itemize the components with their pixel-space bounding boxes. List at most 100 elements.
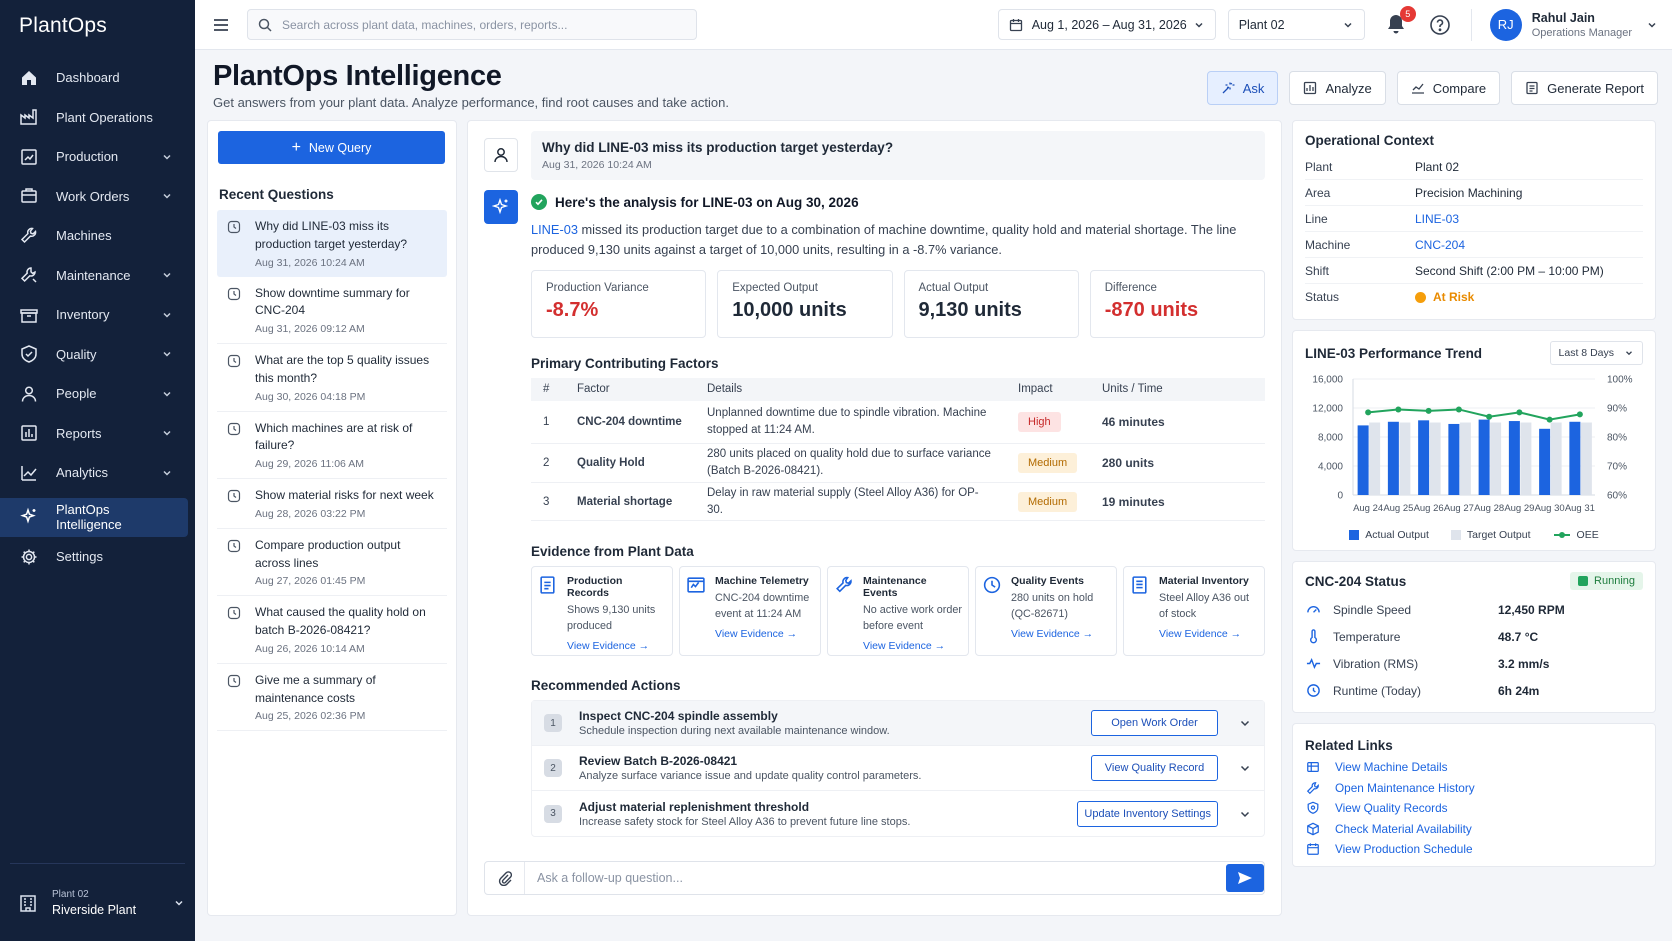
sidebar-item-plantops-intelligence[interactable]: PlantOps Intelligence: [0, 497, 188, 537]
attach-button[interactable]: [485, 862, 525, 894]
global-search[interactable]: [247, 9, 697, 40]
home-icon: [19, 68, 39, 88]
sidebar-item-plant-operations[interactable]: Plant Operations: [0, 98, 189, 138]
list-item[interactable]: Show downtime summary for CNC-204 Aug 31…: [217, 277, 447, 344]
status-row: Runtime (Today) 6h 24m: [1305, 677, 1643, 704]
recent-question-date: Aug 31, 2026 09:12 AM: [255, 323, 365, 335]
evidence-desc: Shows 9,130 units produced: [567, 604, 656, 633]
list-item[interactable]: Show material risks for next week Aug 28…: [217, 479, 447, 529]
list-item[interactable]: Why did LINE-03 miss its production targ…: [217, 210, 447, 277]
sidebar-item-dashboard[interactable]: Dashboard: [0, 58, 189, 98]
ask-button[interactable]: Ask: [1206, 71, 1279, 105]
table-row[interactable]: 3 Material shortage Delay in raw materia…: [531, 482, 1265, 522]
list-item[interactable]: Which machines are at risk of failure? A…: [217, 412, 447, 479]
help-icon[interactable]: [1429, 14, 1451, 36]
recent-questions-list: Why did LINE-03 miss its production targ…: [217, 210, 447, 732]
context-value[interactable]: LINE-03: [1415, 212, 1459, 226]
impact-badge: Medium: [1018, 491, 1078, 512]
sidebar-item-settings[interactable]: Settings: [0, 537, 189, 577]
y-tick-label: 4,000: [1318, 462, 1343, 473]
action-button[interactable]: Update Inventory Settings: [1077, 800, 1218, 827]
x-tick-label: Aug 30: [1535, 503, 1565, 514]
related-link[interactable]: Check Material Availability: [1305, 819, 1643, 840]
user-menu[interactable]: Rahul Jain Operations Manager: [1532, 11, 1632, 39]
search-input[interactable]: [282, 17, 682, 32]
context-value: Precision Machining: [1415, 185, 1523, 200]
line-link[interactable]: LINE-03: [531, 222, 578, 237]
kpi-row: Production Variance -8.7% Expected Output…: [531, 269, 1265, 338]
list-item[interactable]: Give me a summary of maintenance costs A…: [217, 664, 447, 732]
list-item[interactable]: What are the top 5 quality issues this m…: [217, 344, 447, 412]
related-link-label: View Machine Details: [1335, 760, 1448, 775]
status-key: Temperature: [1333, 629, 1401, 644]
view-evidence-link[interactable]: View Evidence →: [1159, 628, 1258, 640]
calendar-icon: [1009, 18, 1022, 31]
sidebar-item-production[interactable]: Production: [0, 137, 189, 177]
sidebar-item-inventory[interactable]: Inventory: [0, 295, 189, 335]
table-row[interactable]: 1 CNC-204 downtime Unplanned downtime du…: [531, 400, 1265, 445]
sidebar-item-machines[interactable]: Machines: [0, 216, 189, 256]
context-value[interactable]: CNC-204: [1415, 238, 1465, 252]
bar-target: [1369, 422, 1381, 495]
operational-context-card: Operational Context Plant Plant 02 Area Pre…: [1292, 120, 1656, 320]
report-icon: [1526, 81, 1538, 95]
chevron-down-icon[interactable]: [1238, 716, 1252, 730]
sidebar-item-quality[interactable]: Quality: [0, 335, 189, 375]
list-item[interactable]: Compare production output across lines A…: [217, 529, 447, 597]
new-query-button[interactable]: + New Query: [218, 131, 445, 164]
related-link[interactable]: View Quality Records: [1305, 798, 1643, 819]
generate-report-button[interactable]: Generate Report: [1511, 71, 1658, 105]
menu-icon[interactable]: [211, 15, 231, 35]
send-icon: [1238, 872, 1252, 884]
related-links-title: Related Links: [1305, 738, 1393, 753]
avatar[interactable]: RJ: [1489, 8, 1522, 41]
plant-select[interactable]: Plant 02: [1227, 9, 1365, 40]
chevron-down-icon: [163, 312, 171, 318]
view-evidence-link[interactable]: View Evidence →: [567, 640, 666, 652]
related-link[interactable]: Open Maintenance History: [1305, 778, 1643, 799]
view-evidence-link[interactable]: View Evidence →: [863, 640, 962, 652]
arrow-right-icon: →: [638, 640, 650, 653]
chevron-down-icon[interactable]: [1238, 807, 1252, 821]
view-evidence-link[interactable]: View Evidence →: [1011, 628, 1110, 640]
sidebar-item-reports[interactable]: Reports: [0, 414, 189, 454]
recent-question-date: Aug 31, 2026 10:24 AM: [255, 256, 365, 269]
analytics-icon: [19, 463, 39, 483]
send-button[interactable]: [1226, 864, 1264, 892]
history-icon: [227, 422, 241, 435]
bar-target: [1490, 422, 1502, 495]
evidence-title: Production Records: [567, 575, 623, 600]
date-range-picker[interactable]: Aug 1, 2026 – Aug 31, 2026: [997, 9, 1216, 40]
plant-switcher[interactable]: Plant 02 Riverside Plant: [10, 863, 185, 941]
table-row[interactable]: 2 Quality Hold 280 units placed on quali…: [531, 443, 1265, 484]
bar-actual: [1387, 421, 1399, 495]
trend-range-select[interactable]: Last 8 Days: [1549, 341, 1643, 365]
view-evidence-link[interactable]: View Evidence →: [715, 628, 814, 640]
warning-dot-icon: [1415, 291, 1426, 303]
sidebar-item-work-orders[interactable]: Work Orders: [0, 177, 189, 217]
related-link[interactable]: View Production Schedule: [1305, 839, 1643, 860]
notifications-button[interactable]: 5: [1385, 5, 1416, 37]
list-item[interactable]: What caused the quality hold on batch B-…: [217, 596, 447, 664]
sidebar-item-analytics[interactable]: Analytics: [0, 453, 189, 493]
sidebar-item-maintenance[interactable]: Maintenance: [0, 256, 189, 296]
chevron-down-icon[interactable]: [1646, 19, 1658, 31]
related-link-label: View Production Schedule: [1335, 842, 1473, 857]
app-logo[interactable]: PlantOps: [0, 0, 195, 52]
context-row: Area Precision Machining: [1305, 180, 1643, 206]
compare-button[interactable]: Compare: [1396, 71, 1501, 105]
status-value: 12,450 RPM: [1498, 602, 1565, 617]
col-details: Details: [695, 377, 1006, 401]
sidebar-item-label: Work Orders: [56, 188, 130, 204]
analyze-button[interactable]: Analyze: [1289, 71, 1386, 105]
oee-point: [1516, 409, 1523, 416]
assistant-answer: Here's the analysis for LINE-03 on Aug 3…: [484, 190, 1265, 838]
action-button[interactable]: View Quality Record: [1091, 755, 1218, 782]
sidebar-item-people[interactable]: People: [0, 374, 189, 414]
arrow-right-icon: →: [1082, 628, 1094, 641]
chevron-down-icon[interactable]: [1238, 761, 1252, 775]
status-row: Spindle Speed 12,450 RPM: [1305, 596, 1643, 623]
action-button[interactable]: Open Work Order: [1091, 710, 1218, 737]
followup-input[interactable]: [525, 871, 1218, 885]
related-link[interactable]: View Machine Details: [1305, 757, 1643, 778]
